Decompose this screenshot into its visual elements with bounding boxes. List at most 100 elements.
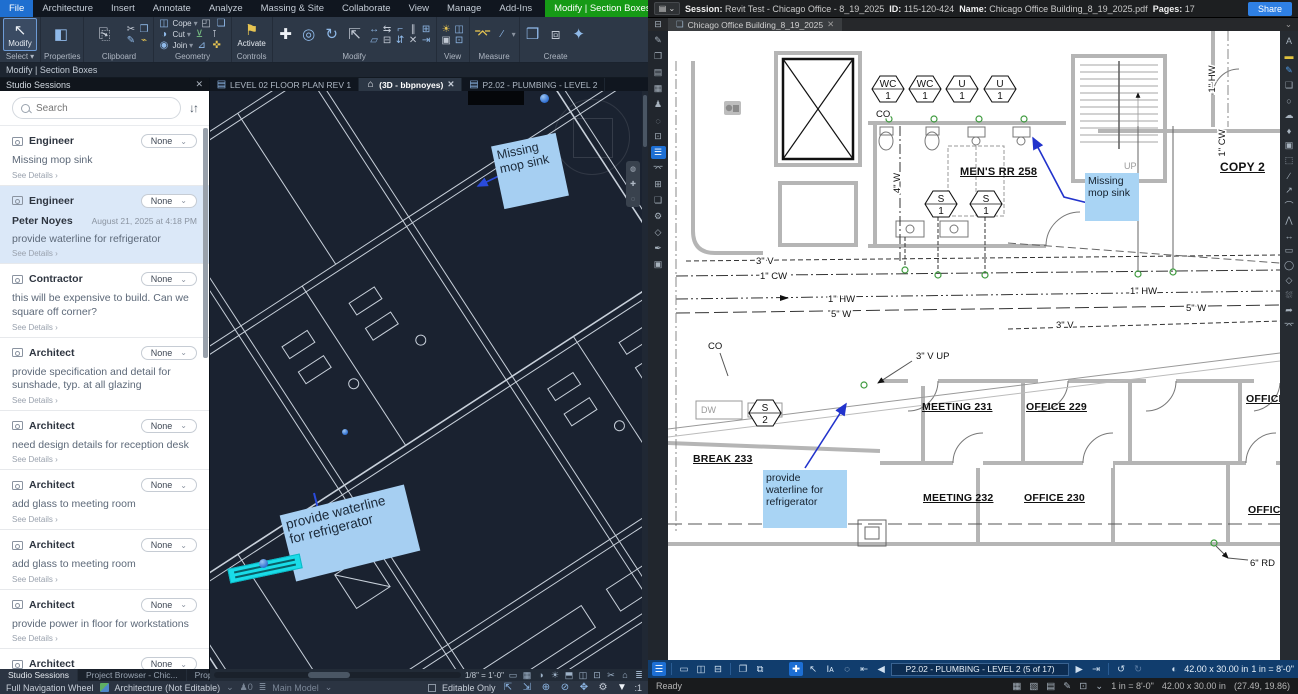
select-underlay-icon[interactable]: ⇲ [520,682,533,694]
panel-select-label[interactable]: Select▾ [3,51,37,62]
see-details-link[interactable]: See Details › [12,323,197,332]
split-view-icon[interactable]: ⊟ [711,662,725,676]
pan-tool-icon[interactable]: ✚ [630,180,636,188]
chevron-down-icon[interactable]: ⌄ [325,682,333,693]
filter-icon[interactable]: ▼ [615,682,628,694]
tab-collaborate[interactable]: Collaborate [333,0,400,17]
tool-chest-icon[interactable]: ✎ [651,34,666,47]
tab-add-ins[interactable]: Add-Ins [490,0,541,17]
status-dropdown[interactable]: None⌄ [141,194,197,208]
search-box[interactable] [12,97,181,119]
view-tab-level02[interactable]: ▤LEVEL 02 FLOOR PLAN REV 1 [210,78,359,91]
status-dropdown[interactable]: None⌄ [141,478,197,492]
measure-line-icon[interactable]: ∕ [496,29,509,41]
chevron-down-icon[interactable]: ⌄ [1095,681,1103,692]
view-tab-p202[interactable]: ▤P2.02 - PLUMBING - LEVEL 2 [462,78,605,91]
viewport-vertical-scrollbar[interactable] [642,91,648,669]
rotate-icon[interactable]: ↻ [322,26,342,44]
pin-icon[interactable]: ⊟ [381,35,394,47]
status-dropdown[interactable]: None⌄ [141,346,197,360]
unpin-icon[interactable]: ⇵ [394,35,407,47]
page-mode-icon[interactable]: ▤ [1046,681,1055,692]
search-panel-icon[interactable]: ◌ [651,114,666,127]
zoom-tool-icon[interactable]: ◌ [840,662,854,676]
status-dropdown[interactable]: None⌄ [141,134,197,148]
properties-panel-icon[interactable]: ⊡ [651,130,666,143]
crop-view-icon[interactable]: ◫ [578,670,588,681]
markup-list-toggle-icon[interactable]: ☰ [652,662,666,676]
status-dropdown[interactable]: None⌄ [141,419,197,433]
rectangle-tool-icon[interactable]: ▭ [1282,244,1297,257]
section-box-icon[interactable]: ✂ [606,670,616,681]
pdf-page[interactable]: WC1 WC1 U1 U1 S1 S1 S2 3" V 1" CW 1" HW … [668,31,1280,660]
extend-icon[interactable]: ⇥ [420,35,433,47]
crop-region-icon[interactable]: ⊡ [592,670,602,681]
comment-card[interactable]: Contractor None⌄ this will be expensive … [0,264,209,337]
previous-view-icon[interactable]: ↺ [1114,662,1128,676]
comment-marker-sphere[interactable] [540,94,549,103]
comment-marker-sphere[interactable] [259,559,268,568]
previous-page-icon[interactable]: ◀ [874,662,888,676]
comment-card[interactable]: Architect None⌄ remove content See Detai… [0,649,209,669]
status-dropdown[interactable]: None⌄ [141,538,197,552]
cloud-tool-icon[interactable]: ☁ [1282,109,1297,122]
see-details-link[interactable]: See Details › [12,171,197,180]
join-row[interactable]: ◉Join▾⊿✜ [157,40,223,51]
stamp-tool-icon[interactable]: ♦ [1282,124,1297,137]
pdf-annotation-waterline[interactable]: provide waterline for refrigerator [763,470,847,528]
comment-card-selected[interactable]: Engineer None⌄ Peter Noyes August 21, 20… [0,186,209,265]
temporary-hide-icon[interactable]: ⌂ [620,670,630,680]
sort-icon[interactable]: ↓↑ [189,101,197,115]
callout-tool-icon[interactable]: ➦ [1282,304,1297,317]
paste-button[interactable]: ⎘ [87,18,121,51]
zoom-tool-icon[interactable]: ◌ [631,196,635,203]
sync-views-icon[interactable]: ❐ [736,662,750,676]
line-tool-icon[interactable]: ∕ [1282,169,1297,182]
ruler-icon[interactable]: ⌤ [473,26,493,44]
offset-icon[interactable]: ◎ [299,26,319,44]
arrow-tool-icon[interactable]: ↗ [1282,184,1297,197]
file-access-icon[interactable]: ❐ [651,50,666,63]
view-tab-3d[interactable]: ⌂(3D - bbpnoyes)✕ [359,78,462,91]
layers-icon[interactable]: ❏ [651,194,666,207]
status-dropdown[interactable]: None⌄ [141,657,197,669]
see-details-link[interactable]: See Details › [12,455,197,464]
design-option-selector[interactable]: Main Model [272,683,319,693]
pen-tool-icon[interactable]: ✎ [1282,64,1297,77]
panel-access-icon[interactable]: ⊟ [648,18,668,31]
measurements-icon[interactable]: ⌤ [651,162,666,175]
document-tab[interactable]: ❏ Chicago Office Building_8_19_2025 ✕ [668,18,842,31]
text-box-tool-icon[interactable]: A [1282,34,1297,47]
measure-tool-icon[interactable]: ⌤ [1282,319,1297,332]
bookmarks-icon[interactable]: ▤ [651,66,666,79]
grid-icon[interactable]: ▦ [1012,681,1021,692]
see-details-link[interactable]: See Details › [12,634,197,643]
see-details-link[interactable]: See Details › [12,396,197,405]
select-link-icon[interactable]: ⇱ [501,682,514,694]
scale-icon[interactable]: ▭ [508,670,518,681]
model-annotation-mop[interactable]: Missing mop sink [491,133,569,209]
cloud-plus-tool-icon[interactable]: ⛆ [1282,289,1297,302]
gear-icon[interactable]: ⚙ [596,682,609,694]
tab-annotate[interactable]: Annotate [144,0,200,17]
markup-mode-icon[interactable]: ✎ [1063,681,1071,692]
layout-icon[interactable]: ⊡ [1079,681,1087,692]
comment-card[interactable]: Engineer None⌄ Missing mop sink See Deta… [0,126,209,186]
pdf-annotation-mop[interactable]: Missing mop sink [1085,173,1139,221]
contrast-icon[interactable]: ◐ [1167,662,1181,676]
next-page-icon[interactable]: ▶ [1072,662,1086,676]
ellipse-tool-icon[interactable]: ○ [1282,94,1297,107]
steering-wheel-icon[interactable]: ◍ [630,165,636,173]
brush-icon[interactable]: ⌁ [137,35,150,47]
studio-icon[interactable]: ♟ [651,98,666,111]
sun-path-icon[interactable]: ☀ [550,670,560,681]
chevron-down-icon[interactable]: ⌄ [226,682,234,693]
activate-button[interactable]: ⚑ Activate [235,18,269,51]
move-icon[interactable]: ✚ [276,26,296,44]
tab-manage[interactable]: Manage [438,0,490,17]
signatures-icon[interactable]: ✒ [651,242,666,255]
share-button[interactable]: Share [1248,2,1292,16]
polyline-tool-icon[interactable]: ⋀ [1282,214,1297,227]
chevron-down-icon[interactable]: ⌄ [1285,18,1298,31]
comment-card[interactable]: Architect None⌄ add glass to meeting roo… [0,470,209,530]
